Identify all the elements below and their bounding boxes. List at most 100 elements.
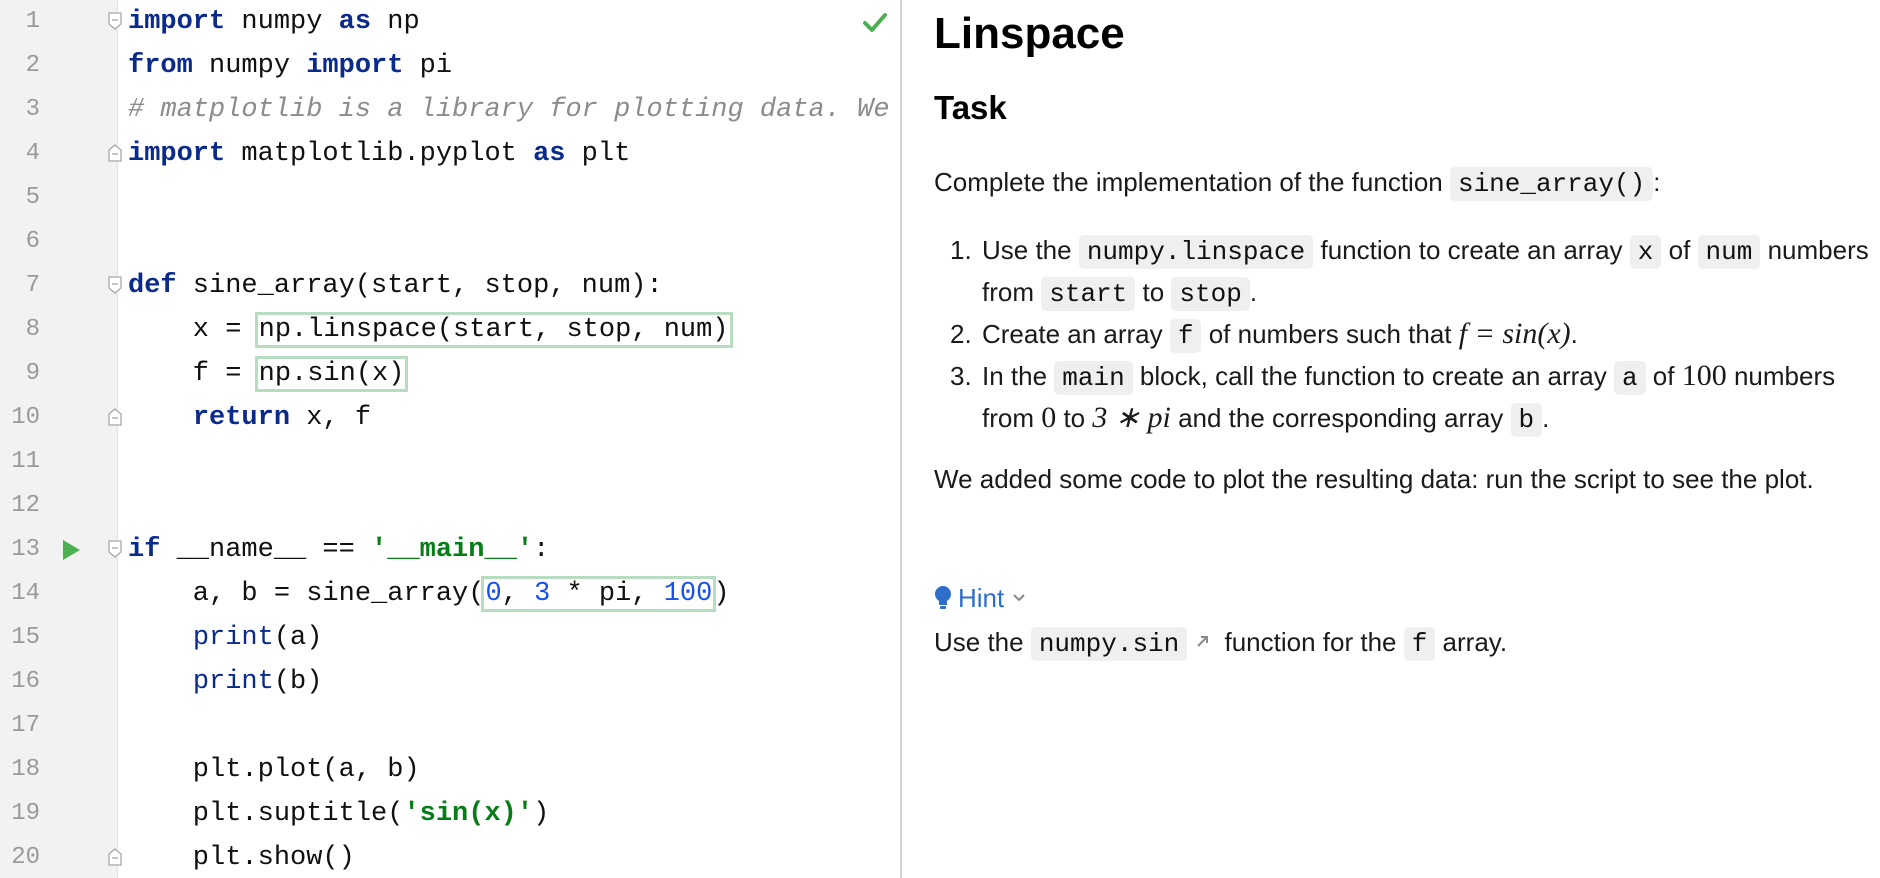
line-number: 14 xyxy=(11,580,40,607)
inline-code: a xyxy=(1613,361,1646,395)
code-text[interactable]: print(b) xyxy=(128,660,323,704)
code-token: (a) xyxy=(273,623,323,653)
line-number: 18 xyxy=(11,756,40,783)
step-text: . xyxy=(1542,403,1550,433)
code-line[interactable]: 8 x = np.linspace(start, stop, num) xyxy=(0,308,900,352)
code-line[interactable]: 1 import numpy as np xyxy=(0,0,900,44)
fold-end-icon[interactable] xyxy=(108,848,122,866)
line-number: 1 xyxy=(25,8,40,35)
line-number: 13 xyxy=(11,536,40,563)
hint-text: array. xyxy=(1435,627,1508,657)
code-line[interactable]: 18 plt.plot(a, b) xyxy=(0,748,900,792)
task-intro: Complete the implementation of the funct… xyxy=(934,162,1864,204)
code-text[interactable]: plt.suptitle('sin(x)') xyxy=(128,792,549,836)
inline-code: f xyxy=(1169,319,1202,353)
step-text: function to create an array xyxy=(1313,235,1630,265)
line-number: 20 xyxy=(11,844,40,871)
step-text: of xyxy=(1645,361,1682,391)
code-line[interactable]: 10 return x, f xyxy=(0,396,900,440)
code-text[interactable]: # matplotlib is a library for plotting d… xyxy=(128,88,900,132)
code-line[interactable]: 11 xyxy=(0,440,900,484)
code-token: # matplotlib is a library for plotting d… xyxy=(128,95,900,125)
code-token: ) xyxy=(533,799,550,829)
code-token: __name__ == xyxy=(160,535,372,565)
inline-code: sine_array() xyxy=(1449,167,1654,201)
code-text[interactable]: print(a) xyxy=(128,616,323,660)
code-text[interactable]: from numpy import pi xyxy=(128,44,452,88)
fold-start-icon[interactable] xyxy=(108,12,122,30)
code-line[interactable]: 4 import matplotlib.pyplot as plt xyxy=(0,132,900,176)
code-token: sine_array(start, stop, num): xyxy=(176,271,663,301)
code-line[interactable]: 12 xyxy=(0,484,900,528)
external-link-icon[interactable] xyxy=(1195,633,1211,649)
step-text: and the corresponding array xyxy=(1170,403,1511,433)
answer-placeholder[interactable]: 0, 3 * pi, 100 xyxy=(481,576,717,612)
code-line[interactable]: 19 plt.suptitle('sin(x)') xyxy=(0,792,900,836)
code-text[interactable]: plt.plot(a, b) xyxy=(128,748,420,792)
code-line[interactable]: 15 print(a) xyxy=(0,616,900,660)
code-text[interactable]: if __name__ == '__main__': xyxy=(128,528,549,572)
checkmark-icon xyxy=(863,13,887,32)
code-token: import xyxy=(306,51,404,81)
step-text: of xyxy=(1661,235,1698,265)
code-line[interactable]: 16 print(b) xyxy=(0,660,900,704)
inline-code: num xyxy=(1697,235,1761,269)
code-line[interactable]: 6 xyxy=(0,220,900,264)
code-text[interactable]: f = np.sin(x) xyxy=(128,352,409,396)
task-steps-list: 1. Use the numpy.linspace function to cre… xyxy=(950,230,1870,440)
run-icon[interactable] xyxy=(61,539,81,561)
code-text[interactable]: import numpy as np xyxy=(128,0,420,44)
code-line[interactable]: 13 if __name__ == '__main__': xyxy=(0,528,900,572)
code-line[interactable]: 9 f = np.sin(x) xyxy=(0,352,900,396)
step-text: to xyxy=(1135,277,1172,307)
code-token: a, b = sine_array( xyxy=(128,579,485,609)
code-line[interactable]: 3 # matplotlib is a library for plotting … xyxy=(0,88,900,132)
math-expression: f = sin(x) xyxy=(1458,317,1571,350)
step-text: to xyxy=(1056,403,1093,433)
code-text[interactable]: import matplotlib.pyplot as plt xyxy=(128,132,630,176)
code-line[interactable]: 14 a, b = sine_array(0, 3 * pi, 100) xyxy=(0,572,900,616)
math-expression: 3 ∗ pi xyxy=(1092,401,1171,434)
code-line[interactable]: 20 plt.show() xyxy=(0,836,900,878)
code-token: 'sin(x)' xyxy=(403,799,534,829)
code-text[interactable]: def sine_array(start, stop, num): xyxy=(128,264,663,308)
code-token: pi xyxy=(403,51,453,81)
ide-window: 1 import numpy as np 2 from numpy import pi… xyxy=(0,0,1880,878)
line-number: 17 xyxy=(11,712,40,739)
step-text: Use the xyxy=(982,235,1079,265)
code-text[interactable]: a, b = sine_array(0, 3 * pi, 100) xyxy=(128,572,730,616)
code-line[interactable]: 7 def sine_array(start, stop, num): xyxy=(0,264,900,308)
code-token: np xyxy=(371,7,420,37)
hint-toggle[interactable]: Hint xyxy=(934,578,1026,618)
answer-placeholder[interactable]: np.linspace(start, stop, num) xyxy=(254,312,733,348)
step-text: . xyxy=(1570,319,1578,349)
hint-text: Use the xyxy=(934,627,1031,657)
answer-placeholder[interactable]: np.sin(x) xyxy=(254,356,409,392)
code-token: x, f xyxy=(290,403,372,433)
code-token: matplotlib.pyplot xyxy=(225,139,534,169)
line-number: 10 xyxy=(11,404,40,431)
numpy-sin-doc-link[interactable]: numpy.sin xyxy=(1030,627,1188,661)
code-token: as xyxy=(533,139,566,169)
fold-end-icon[interactable] xyxy=(108,408,122,426)
code-line[interactable]: 2 from numpy import pi xyxy=(0,44,900,88)
fold-start-icon[interactable] xyxy=(108,276,122,294)
code-editor[interactable]: 1 import numpy as np 2 from numpy import pi… xyxy=(0,0,900,878)
code-text[interactable]: plt.show() xyxy=(128,836,355,878)
step-text: . xyxy=(1249,277,1258,307)
hint-label: Hint xyxy=(958,582,1005,613)
code-line[interactable]: 17 xyxy=(0,704,900,748)
code-line[interactable]: 5 xyxy=(0,176,900,220)
code-token: plt.show() xyxy=(128,843,355,873)
code-token: import xyxy=(128,7,226,37)
task-outro: We added some code to plot the resulting… xyxy=(934,464,1814,494)
fold-start-icon[interactable] xyxy=(108,540,122,558)
task-subtitle: Task xyxy=(934,89,1007,126)
code-text[interactable]: x = np.linspace(start, stop, num) xyxy=(128,308,733,352)
step-text: block, call the function to create an ar… xyxy=(1132,361,1614,391)
step-number: 3. xyxy=(950,361,972,391)
code-text[interactable]: return x, f xyxy=(128,396,371,440)
fold-end-icon[interactable] xyxy=(108,144,122,162)
